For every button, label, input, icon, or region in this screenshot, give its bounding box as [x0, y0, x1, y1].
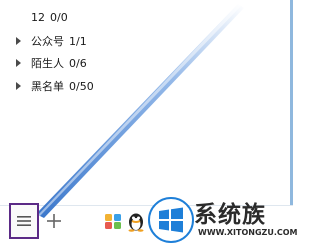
group-name: 公众号: [31, 34, 64, 48]
apps-button[interactable]: [104, 212, 122, 230]
add-button[interactable]: [46, 213, 62, 229]
main-menu-button[interactable]: [9, 203, 39, 239]
watermark-text: 系统族: [194, 202, 266, 228]
group-name: 黑名单: [31, 79, 64, 93]
group-count: 0/50: [69, 79, 94, 93]
group-name: 12: [31, 10, 45, 24]
site-watermark: 系统族 WWW.XITONGZU.COM: [148, 195, 298, 245]
group-row-official-accounts[interactable]: 公众号 1/1: [16, 31, 87, 51]
group-row-12[interactable]: 12 0/0: [16, 7, 68, 27]
group-row-blacklist[interactable]: 黑名单 0/50: [16, 76, 94, 96]
group-count: 1/1: [69, 34, 87, 48]
watermark-url: WWW.XITONGZU.COM: [198, 228, 298, 237]
expand-arrow-icon: [16, 59, 21, 67]
group-count: 0/0: [50, 10, 68, 24]
group-count: 0/6: [69, 56, 87, 70]
qq-contact-window: 12 0/0 公众号 1/1 陌生人 0/6 黑名单 0/50 系统族 WWW.…: [0, 0, 298, 246]
apps-grid-icon: [105, 214, 121, 229]
expand-arrow-icon: [16, 82, 21, 90]
group-name: 陌生人: [31, 56, 64, 70]
plus-icon: [47, 214, 61, 228]
penguin-icon: [128, 213, 144, 232]
group-row-strangers[interactable]: 陌生人 0/6: [16, 53, 87, 73]
hamburger-menu-icon: [17, 216, 31, 226]
windows-logo-icon: [148, 197, 194, 243]
expand-arrow-icon: [16, 37, 21, 45]
qq-app-button[interactable]: [126, 210, 146, 232]
